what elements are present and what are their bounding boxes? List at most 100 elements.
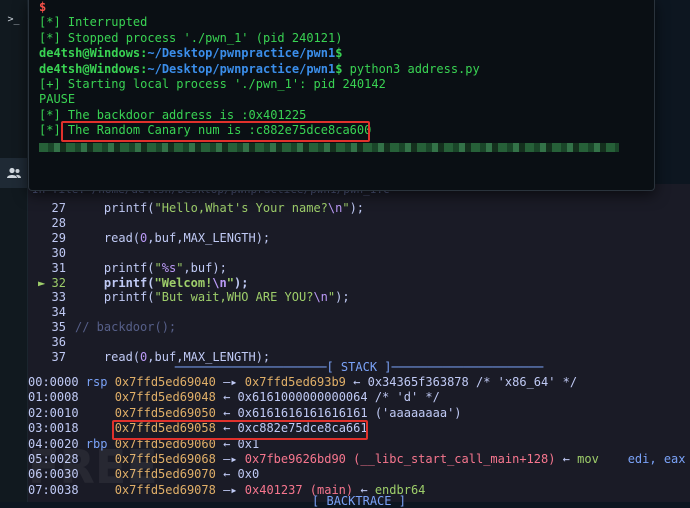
code: // backdoor(); <box>75 320 176 334</box>
code-token: , <box>147 230 155 245</box>
stack-register <box>86 390 115 404</box>
stack-arrow: —▸ <box>215 452 245 466</box>
terminal-icon[interactable]: >_ <box>3 8 24 30</box>
stack-register: rsp <box>85 375 115 389</box>
line-number: 35 <box>51 320 66 335</box>
code-token: , <box>183 260 191 275</box>
log-text: The Random Canary num is :c882e75dce8ca6… <box>60 123 372 138</box>
activity-sidebar: >_ <box>0 0 28 502</box>
people-icon[interactable] <box>0 158 27 188</box>
stack-instruction: mov <box>577 452 599 466</box>
source-line: 33 printf("But wait,WHO ARE YOU?\n"); <box>28 289 350 305</box>
source-line: 35 // backdoor(); <box>28 319 177 335</box>
overlay-line: $ <box>39 0 46 16</box>
stack-offset: 01:0008 <box>28 390 86 405</box>
line-number: 36 <box>51 335 66 350</box>
code: printf("But wait,WHO ARE YOU?\n"); <box>104 290 350 304</box>
code: printf("%s",buf); <box>104 261 227 275</box>
source-line: 30 <box>28 245 104 261</box>
stack-offset: 00:0000 <box>28 375 86 389</box>
code-token: ); <box>349 201 365 215</box>
stack-operands: edi, eax <box>598 452 686 466</box>
log-tag: [+] <box>39 77 61 91</box>
overlay-line: [*] The backdoor address is :0x401225 <box>39 108 306 124</box>
stack-comment: /* 'd' */ <box>367 390 440 405</box>
code-string: " <box>154 260 162 275</box>
log-text: Stopped process './pwn_1' (pid 240121) <box>60 30 343 45</box>
code-token: ); <box>212 260 227 275</box>
plain-output: PAUSE <box>39 92 76 107</box>
source-line: 27 printf("Hello,What's Your name?\n"); <box>28 200 364 216</box>
code-token: ( <box>132 230 141 245</box>
stack-symbol: (__libc_start_call_main+128) <box>345 452 556 466</box>
overlay-line: [*] Stopped process './pwn_1' (pid 24012… <box>39 31 342 47</box>
code-token: ); <box>233 275 249 290</box>
blurred-output <box>39 143 619 152</box>
log-tag: [*] <box>39 123 61 138</box>
log-text: The backdoor address is :0x401225 <box>60 107 307 122</box>
prompt-user: de4tsh@Windows: <box>39 61 148 76</box>
code-function: printf <box>103 275 148 290</box>
stack-value: 0x6161616161616161 <box>237 405 368 420</box>
source-line: 28 <box>28 215 104 231</box>
code-string: \n <box>327 201 343 215</box>
line-number: 34 <box>51 305 66 320</box>
stack-value: 0x6161000000000064 <box>237 390 368 405</box>
code-token: ( <box>147 290 155 305</box>
overlay-line: [*] Interrupted <box>39 15 147 31</box>
code-string: "Hello,What's Your name? <box>154 201 328 215</box>
source-line: 29 read(0,buf,MAX_LENGTH); <box>28 230 271 246</box>
code-function: printf <box>103 290 148 305</box>
code-string: "But wait,WHO ARE YOU? <box>154 290 314 305</box>
code-string: " <box>342 201 350 215</box>
stack-arrow: ← <box>555 452 578 466</box>
prompt-user: de4tsh@Windows: <box>39 46 148 61</box>
code-token: ); <box>335 290 350 305</box>
stack-offset: 02:0010 <box>28 405 86 420</box>
stack-header: ─────────────────────[ STACK ]──────────… <box>174 360 544 374</box>
stack-value: 0x1 <box>237 436 260 451</box>
overlay-line: [*] The Random Canary num is :c882e75dce… <box>39 123 371 139</box>
code: printf("Welcom!\n"); <box>104 276 249 290</box>
code-function: read <box>103 230 133 245</box>
code-token: ( <box>147 260 155 275</box>
code-string: \n <box>212 275 227 290</box>
stack-arrow: ← <box>215 436 238 451</box>
stack-arrow: ← <box>215 467 238 482</box>
stack-arrow: —▸ <box>215 375 245 389</box>
log-tag: [*] <box>39 107 61 122</box>
overlay-line: PAUSE <box>39 92 75 108</box>
overlay-line: de4tsh@Windows:~/Desktop/pwnpractice/pwn… <box>39 62 480 78</box>
line-number: 31 <box>51 260 66 275</box>
stack-value: 0x0 <box>237 467 260 482</box>
stack-offset: 03:0018 <box>28 421 86 436</box>
line-number: 29 <box>51 230 66 245</box>
stack-value: 0xc882e75dce8ca661 <box>237 421 368 436</box>
stack-value: 0x34365f363878 <box>367 375 469 389</box>
stack-value: 0x7fbe9626bd90 <box>244 452 346 466</box>
line-number: 33 <box>51 290 66 305</box>
code-function: printf <box>103 260 148 275</box>
log-tag: [*] <box>39 30 61 45</box>
people-icon-svg <box>6 167 21 178</box>
stack-register <box>86 421 115 435</box>
source-line: 34 <box>28 304 104 320</box>
code-string: " <box>226 275 234 290</box>
code-token: ); <box>255 230 271 245</box>
code-string: %s <box>161 260 177 275</box>
stack-comment: ('aaaaaaaa') <box>367 405 462 420</box>
stack-value: 0x7ffd5ed693b9 <box>244 375 346 389</box>
stack-row: 03:0018 0x7ffd5ed69058 ← 0xc882e75dce8ca… <box>28 421 368 437</box>
source-line: ► 32 printf("Welcom!\n"); <box>28 275 248 291</box>
stack-arrow: ← <box>215 390 238 405</box>
stack-arrow: ← <box>215 421 238 436</box>
overlay-terminal-window[interactable]: $ [*] Interrupted [*] Stopped process './p… <box>28 0 655 191</box>
code: printf("Hello,What's Your name?\n"); <box>104 201 364 215</box>
